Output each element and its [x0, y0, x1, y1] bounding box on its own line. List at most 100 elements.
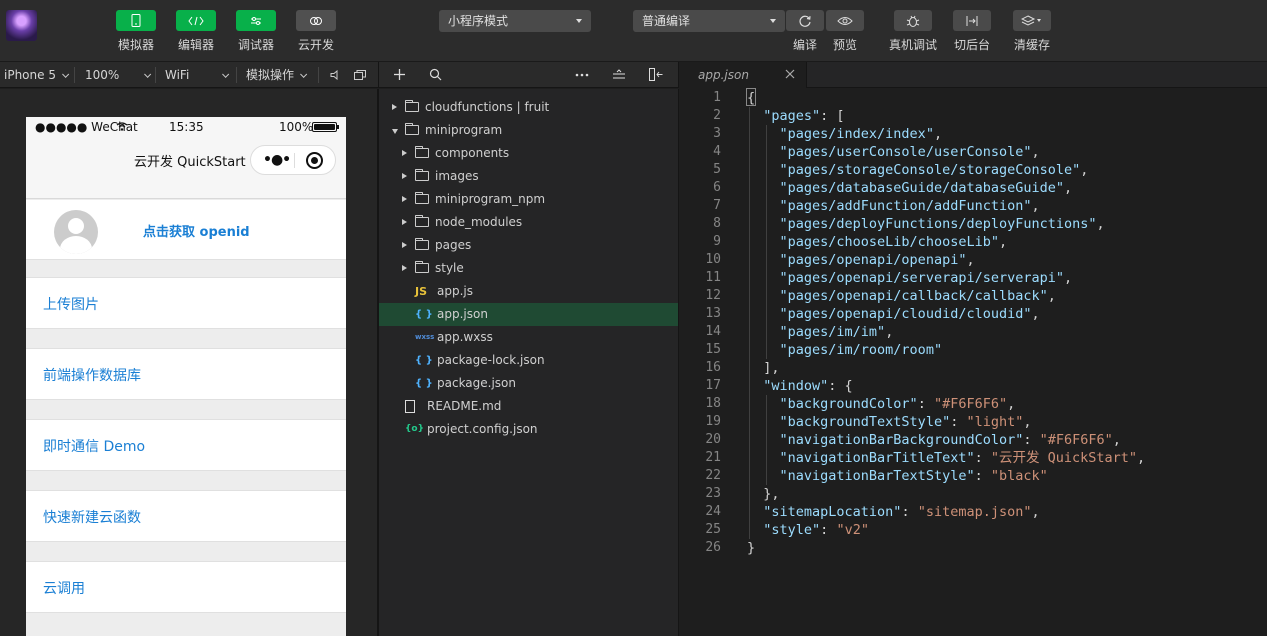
code-line[interactable]: "navigationBarTitleText": "云开发 QuickStar… — [747, 449, 1146, 467]
code-line[interactable]: "pages": [ — [747, 107, 844, 125]
chevron-down-icon[interactable] — [392, 129, 398, 134]
code-line[interactable]: "pages/openapi/serverapi/serverapi", — [747, 269, 1073, 287]
menu-new-function[interactable]: 快速新建云函数 — [26, 490, 346, 542]
code-line[interactable]: "backgroundTextStyle": "light", — [747, 413, 1032, 431]
chevron-right-icon[interactable] — [402, 219, 407, 225]
code-line[interactable]: "pages/openapi/cloudid/cloudid", — [747, 305, 1040, 323]
chevron-right-icon[interactable] — [392, 104, 397, 110]
code-line[interactable]: "pages/openapi/openapi", — [747, 251, 975, 269]
code-line[interactable]: "pages/openapi/callback/callback", — [747, 287, 1056, 305]
chevron-down-icon[interactable] — [216, 62, 230, 88]
code-line[interactable]: } — [747, 539, 755, 557]
simulator-button[interactable]: 模拟器 — [116, 10, 156, 53]
chevron-down-icon — [300, 70, 308, 78]
remote-debug-button[interactable]: 真机调试 — [889, 10, 937, 53]
tree-node[interactable]: images — [379, 165, 678, 188]
code-line[interactable]: "pages/databaseGuide/databaseGuide", — [747, 179, 1073, 197]
code-line[interactable]: "pages/im/room/room" — [747, 341, 943, 359]
window-icon[interactable] — [354, 62, 366, 88]
volume-icon[interactable] — [330, 62, 340, 88]
preview-button[interactable]: 预览 — [826, 10, 864, 53]
code-line[interactable]: ], — [747, 359, 779, 377]
tree-node-label: app.json — [437, 307, 488, 321]
tree-node[interactable]: miniprogram — [379, 119, 678, 142]
main-toolbar: 模拟器 编辑器 调试器 云开发 小程序模式 普通编译 编译 预览 真机调试 切后… — [0, 0, 1267, 62]
code-line[interactable]: "pages/im/im", — [747, 323, 894, 341]
zoom-select[interactable]: 100% — [85, 62, 119, 88]
tree-node[interactable]: { } package.json — [379, 372, 678, 395]
json-file-icon: { } — [415, 378, 433, 389]
menu-cloud-call[interactable]: 云调用 — [26, 561, 346, 613]
tree-node[interactable]: pages — [379, 234, 678, 257]
tree-node[interactable]: README.md — [379, 395, 678, 418]
code-editor[interactable]: 1{2 "pages": [3 "pages/index/index", 4 "p… — [678, 88, 1267, 636]
code-line[interactable]: "style": "v2" — [747, 521, 869, 539]
tree-node[interactable]: node_modules — [379, 211, 678, 234]
device-select[interactable]: iPhone 5 — [4, 62, 70, 88]
more-icon[interactable] — [575, 73, 589, 77]
menu-item-label: 云调用 — [43, 581, 85, 597]
clear-cache-button[interactable]: 清缓存 — [1013, 10, 1051, 53]
tree-node-label: miniprogram — [425, 123, 503, 137]
compile-select[interactable]: 普通编译 — [633, 10, 785, 32]
tree-node[interactable]: {o} project.config.json — [379, 418, 678, 441]
search-icon[interactable] — [429, 68, 442, 81]
chevron-down-icon[interactable] — [138, 62, 152, 88]
chevron-right-icon[interactable] — [402, 150, 407, 156]
more-dots-icon[interactable]: •●• — [263, 152, 291, 168]
tree-node-label: node_modules — [435, 215, 523, 229]
add-icon[interactable] — [393, 68, 406, 81]
tree-node[interactable]: { } package-lock.json — [379, 349, 678, 372]
editor-tabbar: app.json — [678, 62, 1267, 88]
capsule-menu[interactable]: •●• — [250, 145, 336, 175]
menu-im-demo[interactable]: 即时通信 Demo — [26, 419, 346, 471]
tab-app-json[interactable]: app.json — [679, 62, 807, 88]
network-select[interactable]: WiFi — [165, 62, 189, 88]
code-line[interactable]: "pages/deployFunctions/deployFunctions", — [747, 215, 1105, 233]
sidebar-toggle-icon[interactable] — [649, 68, 663, 81]
compile-button[interactable]: 编译 — [786, 10, 824, 53]
menu-database[interactable]: 前端操作数据库 — [26, 348, 346, 400]
user-avatar[interactable] — [6, 10, 37, 41]
code-line[interactable]: }, — [747, 485, 779, 503]
close-icon[interactable] — [784, 68, 796, 80]
tree-node[interactable]: miniprogram_npm — [379, 188, 678, 211]
tree-node[interactable]: { } app.json — [379, 303, 678, 326]
phone-screen[interactable]: ●●●●● WeChat 15:35 100% 云开发 QuickStart •… — [26, 117, 346, 636]
simulate-select[interactable]: 模拟操作 — [246, 62, 308, 88]
tree-node[interactable]: style — [379, 257, 678, 280]
cloud-dev-button[interactable]: 云开发 — [296, 10, 336, 53]
code-line[interactable]: "pages/index/index", — [747, 125, 943, 143]
editor-button[interactable]: 编辑器 — [176, 10, 216, 53]
chevron-right-icon[interactable] — [402, 196, 407, 202]
remote-debug-label: 真机调试 — [889, 38, 938, 52]
debugger-button[interactable]: 调试器 — [236, 10, 276, 53]
mode-select[interactable]: 小程序模式 — [439, 10, 591, 32]
code-line[interactable]: "pages/chooseLib/chooseLib", — [747, 233, 1008, 251]
code-line[interactable]: "navigationBarBackgroundColor": "#F6F6F6… — [747, 431, 1121, 449]
folder-icon — [405, 100, 419, 112]
collapse-all-icon[interactable] — [612, 69, 626, 80]
code-line[interactable]: "pages/storageConsole/storageConsole", — [747, 161, 1089, 179]
code-line[interactable]: "sitemapLocation": "sitemap.json", — [747, 503, 1039, 521]
code-line[interactable]: "pages/addFunction/addFunction", — [747, 197, 1040, 215]
get-openid-button[interactable]: 点击获取 openid — [143, 221, 250, 240]
code-line[interactable]: "navigationBarTextStyle": "black" — [747, 467, 1048, 485]
tree-node[interactable]: components — [379, 142, 678, 165]
tree-node[interactable]: wxss app.wxss — [379, 326, 678, 349]
code-line[interactable]: "pages/userConsole/userConsole", — [747, 143, 1040, 161]
menu-upload-image[interactable]: 上传图片 — [26, 277, 346, 329]
chevron-right-icon[interactable] — [402, 242, 407, 248]
background-button[interactable]: 切后台 — [953, 10, 991, 53]
code-line[interactable]: "window": { — [747, 377, 852, 395]
code-line[interactable]: "backgroundColor": "#F6F6F6", — [747, 395, 1016, 413]
clear-cache-label: 清缓存 — [1013, 38, 1050, 52]
tree-node[interactable]: JS app.js — [379, 280, 678, 303]
user-info-row[interactable]: 点击获取 openid — [26, 200, 346, 260]
chevron-right-icon[interactable] — [402, 265, 407, 271]
close-target-icon[interactable] — [306, 152, 323, 169]
chevron-right-icon[interactable] — [402, 173, 407, 179]
tree-node[interactable]: cloudfunctions | fruit — [379, 96, 678, 119]
tree-node-label: cloudfunctions | fruit — [425, 100, 550, 114]
simulate-value: 模拟操作 — [246, 68, 295, 82]
